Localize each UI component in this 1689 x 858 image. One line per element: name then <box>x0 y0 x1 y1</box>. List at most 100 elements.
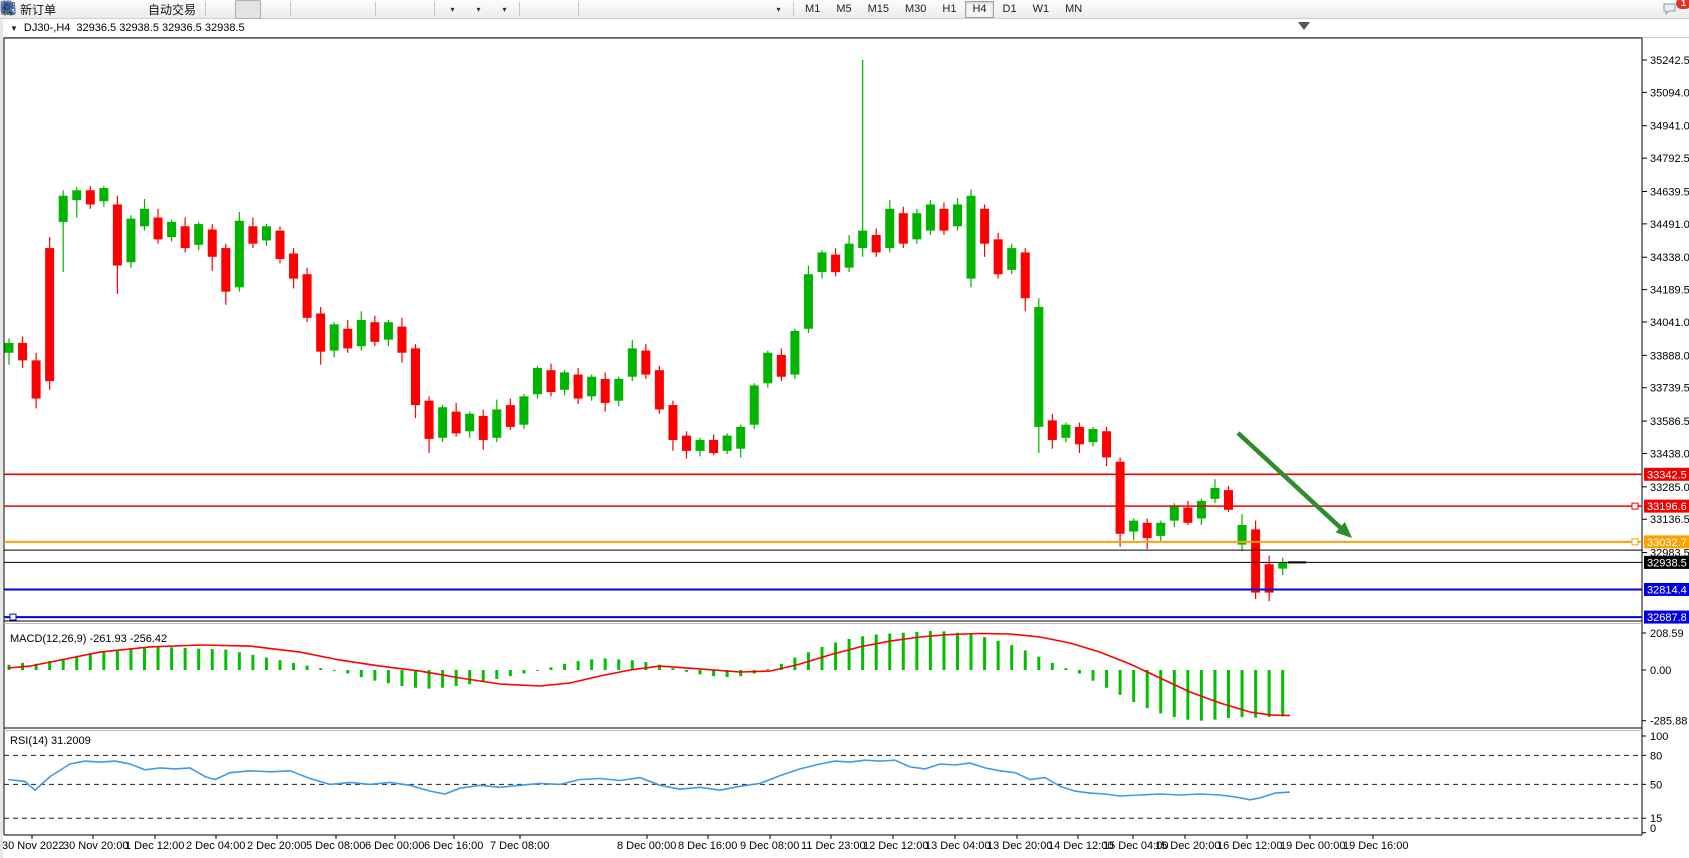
tile-windows-button[interactable] <box>346 0 372 19</box>
candle <box>587 377 596 397</box>
price-tick-label: 34041.0 <box>1650 317 1689 329</box>
dropdown-caret-icon[interactable]: ▾ <box>777 5 781 14</box>
price-tick-label: 34639.5 <box>1650 186 1689 198</box>
candle <box>1129 521 1138 532</box>
rsi-axis-label: 50 <box>1650 779 1662 791</box>
candle <box>533 368 542 394</box>
search-button[interactable] <box>1635 0 1661 19</box>
price-tick-label: 33739.5 <box>1650 383 1689 395</box>
dropdown-caret-icon[interactable]: ▾ <box>477 5 481 14</box>
one-click-trading-collapse-icon[interactable]: ▼ <box>10 24 18 33</box>
candle <box>425 401 434 439</box>
candle <box>72 190 81 200</box>
autotrade-button[interactable]: 自动交易 <box>140 0 202 19</box>
timeframe-M15[interactable]: M15 <box>861 1 896 18</box>
candle <box>1183 508 1192 523</box>
candle <box>601 379 610 403</box>
horizontal-line-button[interactable] <box>608 0 634 19</box>
candle <box>1143 523 1152 538</box>
text-label-button[interactable]: T <box>738 0 764 19</box>
toolbar-separator <box>578 2 579 16</box>
candle <box>953 204 962 226</box>
time-axis-label: 7 Dec 08:00 <box>490 840 549 852</box>
candle <box>452 412 461 434</box>
crosshair-button[interactable] <box>549 0 575 19</box>
candle <box>926 204 935 230</box>
chat-button[interactable]: 1 <box>1661 0 1687 19</box>
time-axis-label: 6 Dec 16:00 <box>424 840 483 852</box>
candle <box>655 370 664 409</box>
zoom-out-button[interactable] <box>320 0 346 19</box>
new-order-button[interactable]: 新订单 <box>12 0 62 19</box>
periods-button[interactable]: ▾ <box>464 0 490 19</box>
candle <box>357 320 366 346</box>
candle <box>1102 431 1111 457</box>
chart-title: ▼ DJ30-,H4 32936.5 32938.5 32936.5 32938… <box>10 22 245 34</box>
candle <box>519 396 528 424</box>
candle <box>235 221 244 288</box>
community-button[interactable] <box>88 0 114 19</box>
candle <box>1170 505 1179 520</box>
price-label: 32814.4 <box>1647 584 1687 596</box>
candle <box>560 372 569 389</box>
line-chart-button[interactable] <box>261 0 287 19</box>
chart-shift-button[interactable] <box>405 0 431 19</box>
timeframe-W1[interactable]: W1 <box>1026 1 1057 18</box>
rsi-axis-label: 0 <box>1650 823 1656 835</box>
line-handle[interactable] <box>1632 539 1638 545</box>
time-axis-label: 8 Dec 16:00 <box>678 840 737 852</box>
timeframe-M5[interactable]: M5 <box>829 1 858 18</box>
vertical-line-button[interactable] <box>582 0 608 19</box>
candle <box>858 231 867 248</box>
chart-window-bg <box>0 19 1689 858</box>
candle <box>1021 252 1030 298</box>
chart-canvas[interactable]: 35242.535094.034941.034792.534639.534491… <box>0 0 1689 858</box>
fibonacci-button[interactable]: F <box>686 0 712 19</box>
deposit-button[interactable] <box>62 0 88 19</box>
timeframe-M1[interactable]: M1 <box>798 1 827 18</box>
text-button[interactable]: A <box>712 0 738 19</box>
candle <box>86 190 95 204</box>
toolbar-separator <box>434 2 435 16</box>
arrows-button[interactable]: ▾ <box>764 0 790 19</box>
line-handle[interactable] <box>10 614 16 620</box>
indicators-button[interactable]: ▾ <box>438 0 464 19</box>
dropdown-caret-icon[interactable]: ▾ <box>503 5 507 14</box>
line-handle[interactable] <box>1632 503 1638 509</box>
candle <box>113 204 122 265</box>
timeframe-H4[interactable]: H4 <box>965 1 993 18</box>
price-tick-label: 34792.5 <box>1650 153 1689 165</box>
dropdown-caret-icon[interactable]: ▾ <box>451 5 455 14</box>
timeframe-D1[interactable]: D1 <box>996 1 1024 18</box>
time-axis-label: 2 Dec 04:00 <box>186 840 245 852</box>
timeframe-MN[interactable]: MN <box>1058 1 1089 18</box>
candle <box>126 219 135 263</box>
time-axis-label: 12 Dec 12:00 <box>863 840 928 852</box>
cursor-button[interactable] <box>523 0 549 19</box>
candle <box>438 407 447 438</box>
price-tick-label: 34189.5 <box>1650 285 1689 297</box>
price-tick-label: 33136.5 <box>1650 514 1689 526</box>
trendline-button[interactable] <box>634 0 660 19</box>
templates-button[interactable]: ▾ <box>490 0 516 19</box>
candle <box>154 218 163 240</box>
bar-chart-button[interactable] <box>209 0 235 19</box>
signals-button[interactable] <box>114 0 140 19</box>
candle <box>289 254 298 279</box>
candlestick-button[interactable] <box>235 0 261 19</box>
equidistant-channel-button[interactable]: E <box>660 0 686 19</box>
price-label: 32938.5 <box>1647 557 1687 569</box>
chart-symbol-period: DJ30-,H4 <box>24 22 70 34</box>
candle <box>330 324 339 350</box>
candle <box>641 351 650 375</box>
candle <box>845 244 854 268</box>
timeframe-H1[interactable]: H1 <box>935 1 963 18</box>
candle <box>1089 429 1098 442</box>
zoom-in-button[interactable] <box>294 0 320 19</box>
candle <box>723 436 732 451</box>
candle <box>18 343 27 360</box>
timeframe-M30[interactable]: M30 <box>898 1 933 18</box>
macd-axis-label: -285.88 <box>1650 716 1687 728</box>
auto-scroll-button[interactable] <box>379 0 405 19</box>
price-label: 32687.8 <box>1647 612 1687 624</box>
